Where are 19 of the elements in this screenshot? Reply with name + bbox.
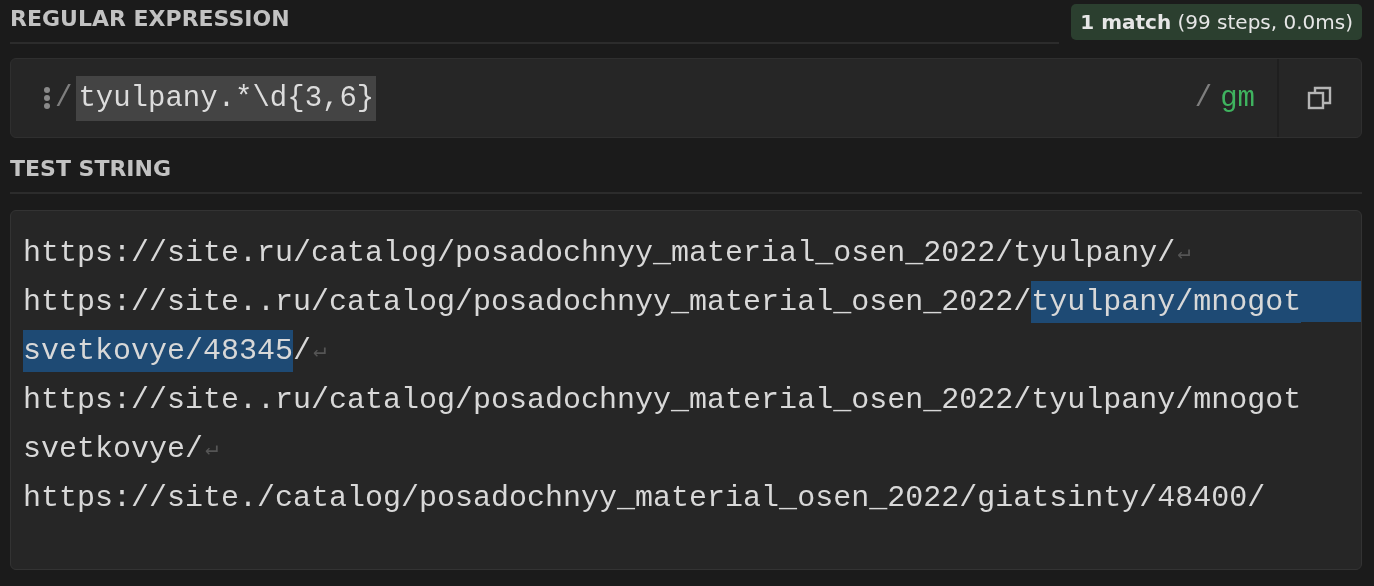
test-text: https://site./catalog/posadochnyy_material_osen_2022/giatsinty/48400/ <box>23 479 1266 517</box>
regex-field[interactable]: / tyulpany.*\d{3,6} / gm <box>10 58 1362 138</box>
delimiter: / <box>1194 81 1213 115</box>
test-text: https://site..ru/catalog/posadochnyy_material_osen_2022/ <box>23 283 1032 321</box>
test-text: https://site.ru/catalog/posadochnyy_material_osen_2022/tyulpany/ <box>23 234 1176 272</box>
match-info-badge: 1 match (99 steps, 0.0ms) <box>1071 4 1362 40</box>
test-text: https://site..ru/catalog/posadochnyy_material_osen_2022/tyulpany/mnogot <box>23 381 1302 419</box>
test-text: / <box>293 332 312 370</box>
section-label: TEST STRING <box>10 155 171 183</box>
regex-flags[interactable]: gm <box>1220 81 1255 115</box>
match-highlight: svetkovye/48345 <box>23 329 294 372</box>
regex-pattern: tyulpany.*\d{3,6} <box>76 75 377 121</box>
test-text: svetkovye/ <box>23 430 204 468</box>
newline-mark: ↵ <box>313 338 327 364</box>
match-highlight: tyulpany/mnogot <box>1031 280 1302 323</box>
newline-mark: ↵ <box>205 436 219 462</box>
delimiter: / <box>55 81 73 115</box>
newline-mark: ↵ <box>1177 240 1191 266</box>
section-label: REGULAR EXPRESSION <box>10 5 290 33</box>
